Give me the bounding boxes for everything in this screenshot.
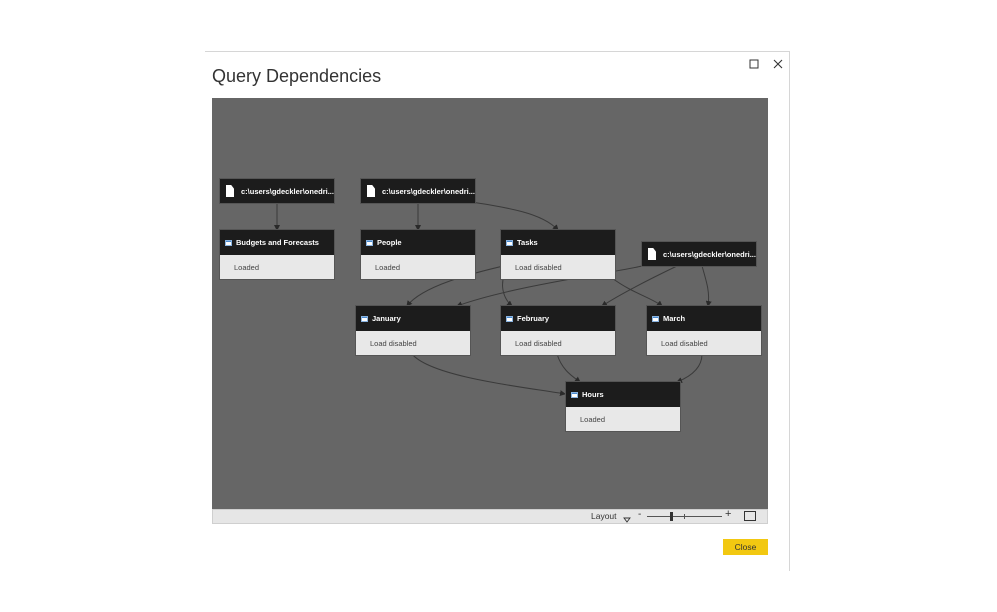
query-status: Load disabled — [356, 331, 470, 355]
query-name: Hours — [582, 390, 604, 399]
query-status: Loaded — [361, 255, 475, 279]
canvas-statusbar: Layout - + — [212, 508, 768, 524]
table-icon — [571, 391, 578, 398]
edge — [701, 265, 712, 307]
source-node[interactable]: c:\users\gdeckler\onedri... — [642, 242, 756, 266]
dependency-canvas[interactable]: c:\users\gdeckler\onedri... c:\users\gde… — [212, 98, 768, 509]
query-node-budgets[interactable]: Budgets and Forecasts Loaded — [220, 230, 334, 279]
file-icon — [648, 248, 656, 260]
query-node-hours[interactable]: Hours Loaded — [566, 382, 680, 431]
query-name: February — [517, 314, 550, 323]
close-button[interactable]: Close — [723, 539, 768, 555]
query-node-march[interactable]: March Load disabled — [647, 306, 761, 355]
table-icon — [366, 239, 373, 246]
table-icon — [506, 315, 513, 322]
dependency-edges — [274, 198, 712, 397]
zoom-in-button[interactable]: + — [725, 508, 731, 520]
close-icon[interactable] — [768, 55, 788, 73]
table-icon — [506, 239, 513, 246]
query-name: Tasks — [517, 238, 538, 247]
query-node-people[interactable]: People Loaded — [361, 230, 475, 279]
table-icon — [652, 315, 659, 322]
source-label: c:\users\gdeckler\onedri... — [663, 249, 756, 259]
maximize-icon[interactable] — [744, 55, 764, 73]
source-label: c:\users\gdeckler\onedri... — [382, 186, 475, 196]
zoom-slider-tick — [684, 514, 685, 519]
zoom-out-button[interactable]: - — [638, 509, 641, 520]
edge — [676, 353, 703, 383]
query-name: January — [372, 314, 401, 323]
dialog-title: Query Dependencies — [212, 66, 382, 86]
table-icon — [361, 315, 368, 322]
table-icon — [225, 239, 232, 246]
query-status: Load disabled — [501, 331, 615, 355]
source-node[interactable]: c:\users\gdeckler\onedri... — [220, 179, 334, 203]
zoom-slider-thumb[interactable] — [670, 512, 673, 521]
fit-to-screen-icon[interactable] — [744, 511, 756, 521]
source-node[interactable]: c:\users\gdeckler\onedri... — [361, 179, 475, 203]
query-status: Load disabled — [501, 255, 615, 279]
query-status: Loaded — [566, 407, 680, 431]
source-label: c:\users\gdeckler\onedri... — [241, 186, 334, 196]
chevron-down-icon[interactable] — [622, 512, 632, 523]
edge — [556, 353, 581, 383]
file-icon — [226, 185, 234, 197]
file-icon — [367, 185, 375, 197]
edge — [611, 277, 663, 307]
query-node-february[interactable]: February Load disabled — [501, 306, 615, 355]
query-name: Budgets and Forecasts — [236, 238, 319, 247]
query-name: March — [663, 314, 686, 323]
query-name: People — [377, 238, 402, 247]
query-node-january[interactable]: January Load disabled — [356, 306, 470, 355]
query-node-tasks[interactable]: Tasks Load disabled — [501, 230, 615, 279]
edge — [411, 353, 566, 397]
layout-dropdown-label[interactable]: Layout — [591, 510, 617, 523]
query-dependencies-dialog: Query Dependencies c:\users\gdeckler\one… — [205, 51, 790, 571]
query-status: Loaded — [220, 255, 334, 279]
query-status: Load disabled — [647, 331, 761, 355]
edge — [451, 198, 559, 231]
